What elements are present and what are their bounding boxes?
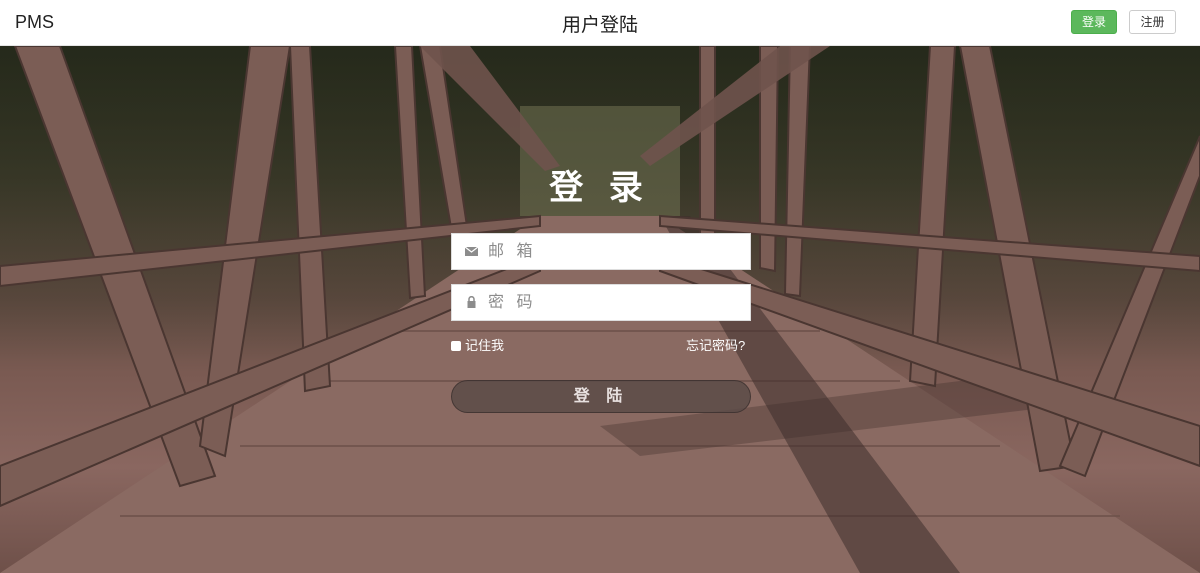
- nav-register-button[interactable]: 注册: [1129, 10, 1176, 34]
- remember-checkbox[interactable]: [451, 341, 461, 351]
- login-submit-button[interactable]: 登 陆: [451, 380, 751, 413]
- forgot-password-link[interactable]: 忘记密码?: [686, 339, 745, 353]
- envelope-icon: [465, 246, 478, 256]
- email-field: [451, 233, 751, 270]
- lock-icon: [467, 296, 476, 308]
- email-input[interactable]: [488, 234, 743, 269]
- password-field: [451, 284, 751, 321]
- password-input[interactable]: [488, 285, 743, 320]
- background-bridge-image: 登 录 记住我 忘记密码? 登 陆: [0, 46, 1200, 573]
- login-heading: 登 录: [549, 169, 651, 207]
- top-navbar: PMS 用户登陆 登录 注册: [0, 0, 1200, 46]
- page-title: 用户登陆: [561, 15, 638, 36]
- remember-me[interactable]: 记住我: [451, 339, 504, 353]
- remember-label: 记住我: [465, 338, 505, 353]
- nav-login-button[interactable]: 登录: [1071, 10, 1117, 34]
